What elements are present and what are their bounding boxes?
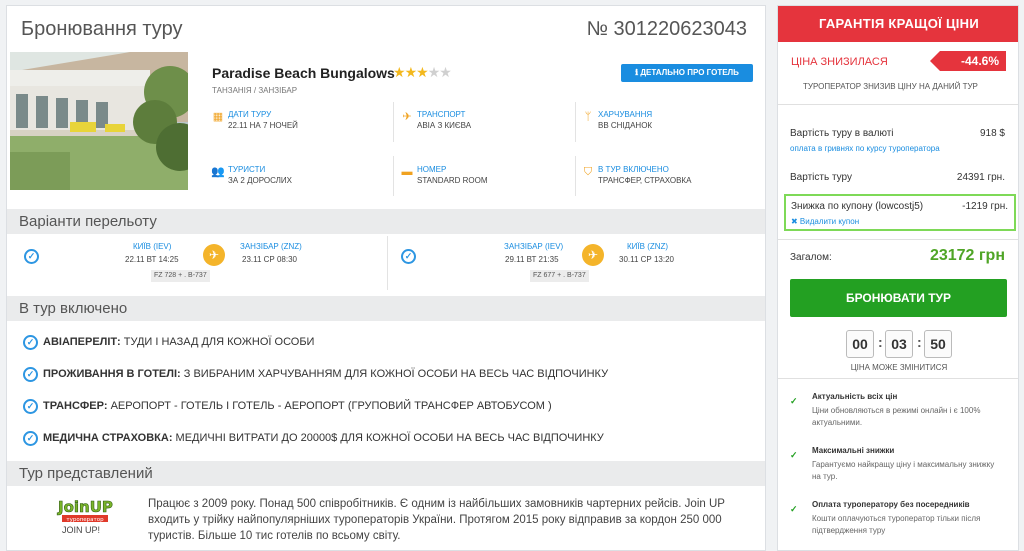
hotel-details-button[interactable]: ℹ ДЕТАЛЬНО ПРО ГОТЕЛЬ [621,64,753,82]
calendar-icon: ▦ [212,111,224,123]
info-dates: ▦ ДАТИ ТУРУ 22.11 НА 7 НОЧЕЙ [212,110,298,130]
plane-icon: ✈ [402,111,412,123]
return-from-city: ЗАНЗІБАР (IEV) [504,242,564,251]
svg-text:JoinUP!: JoinUP! [57,498,114,516]
booking-number: № 301220623043 [586,18,748,40]
outbound-to-date: 23.11 СР 08:30 [242,255,298,264]
outbound-flight-code: FZ 728 + . B-737 [151,270,210,282]
hotel-location: ТАНЗАНІЯ / ЗАНЗІБАР [212,86,298,95]
return-from-date: 29.11 ВТ 21:35 [505,255,559,264]
info-meals: ᛘ ХАРЧУВАННЯ BB СНІДАНОК [581,110,751,150]
timer-minutes: 03 [885,330,913,358]
check-icon: ✓ [790,396,798,406]
star-empty-icon: ★ [439,64,452,80]
hotel-name[interactable]: Paradise Beach Bungalows [212,65,395,81]
return-to-date: 30.11 СР 13:20 [619,255,675,264]
timer-note: ЦІНА МОЖЕ ЗМІНИТИСЯ [850,363,948,372]
info-tourists: 👥 ТУРИСТИ ЗА 2 ДОРОСЛИХ [211,165,292,185]
star-icon: ★ [393,64,406,80]
coupon-value: -1219 грн. [962,201,1008,212]
book-tour-button[interactable]: БРОНЮВАТИ ТУР [790,279,1007,317]
coupon-discount-box: Знижка по купону (lowcostj5) -1219 грн. … [784,194,1016,231]
hotel-stars: ★★★★★ [393,64,452,81]
check-icon: ✓ [790,504,798,514]
check-icon: ✓ [23,399,38,414]
hotel-photo[interactable] [10,52,188,190]
people-icon: 👥 [211,166,225,178]
coupon-label: Знижка по купону (lowcostj5) [791,201,924,212]
booking-header: Бронювання туру № 301220623043 [7,6,765,50]
outbound-from-city: КИЇВ (IEV) [133,242,172,251]
flight-return-check-icon[interactable]: ✓ [401,249,416,264]
return-to-city: КИЇВ (ZNZ) [627,242,669,251]
check-icon: ✓ [23,367,38,382]
operator-name: JOIN UP! [62,525,101,535]
total-label: Загалом: [790,252,832,263]
fork-knife-icon: ᛘ [584,111,592,123]
flights-section-header: Варіанти перельоту [7,209,765,234]
check-icon: ✓ [23,431,38,446]
price-drop-note: ТУРОПЕРАТОР ЗНИЗИВ ЦІНУ НА ДАНИЙ ТУР [803,82,978,91]
operator-logo: JoinUP! туроператор [56,495,120,525]
timer-hours: 00 [846,330,874,358]
outbound-to-city: ЗАНЗІБАР (ZNZ) [240,242,302,251]
star-empty-icon: ★ [427,64,441,80]
total-value: 23172 грн [929,247,1005,264]
info-included: ⛉ В ТУР ВКЛЮЧЕНО ТРАНСФЕР, СТРАХОВКА [581,165,751,205]
outbound-from-date: 22.11 ВТ 14:25 [125,255,179,264]
price-drop-label: ЦІНА ЗНИЗИЛАСЯ [791,56,888,68]
star-icon: ★ [404,64,418,80]
bed-icon: ▬ [401,166,413,178]
svg-text:туроператор: туроператор [66,517,104,523]
uah-payment-link[interactable]: оплата в гривнях по курсу туроператора [790,144,940,153]
plane-icon: ✈ [582,244,604,266]
price-sidebar: ГАРАНТІЯ КРАЩОЇ ЦІНИ ЦІНА ЗНИЗИЛАСЯ -44.… [777,5,1019,551]
cost-currency-label: Вартість туру в валюті [790,128,894,139]
info-transport: ✈ ТРАНСПОРТ АВІА З КИЄВА [400,110,570,150]
cost-value: 24391 грн. [956,172,1005,183]
included-section-header: В тур включено [7,296,765,321]
best-price-guarantee-banner: ГАРАНТІЯ КРАЩОЇ ЦІНИ [778,6,1018,42]
booking-panel: Бронювання туру № 301220623043 Paradise … [6,5,766,551]
flight-outbound-check-icon[interactable]: ✓ [24,249,39,264]
operator-description: Працює з 2009 року. Понад 500 співробітн… [148,498,725,542]
cost-currency-value: 918 $ [979,128,1005,139]
info-room: ▬ НОМЕР STANDARD ROOM [401,165,488,185]
star-icon: ★ [416,64,429,80]
cost-label: Вартість туру [790,172,852,183]
price-drop-badge: -44.6% [930,51,1006,71]
operator-section-header: Тур представлений [7,461,765,486]
remove-coupon-link[interactable]: ✖ Видалити купон [791,217,859,226]
return-flight-code: FZ 677 + . B-737 [530,270,589,282]
plane-icon: ✈ [203,244,225,266]
shield-check-icon: ⛉ [583,166,593,178]
check-icon: ✓ [790,450,798,460]
page-title: Бронювання туру [21,18,183,40]
check-icon: ✓ [23,335,38,350]
timer-seconds: 50 [924,330,952,358]
